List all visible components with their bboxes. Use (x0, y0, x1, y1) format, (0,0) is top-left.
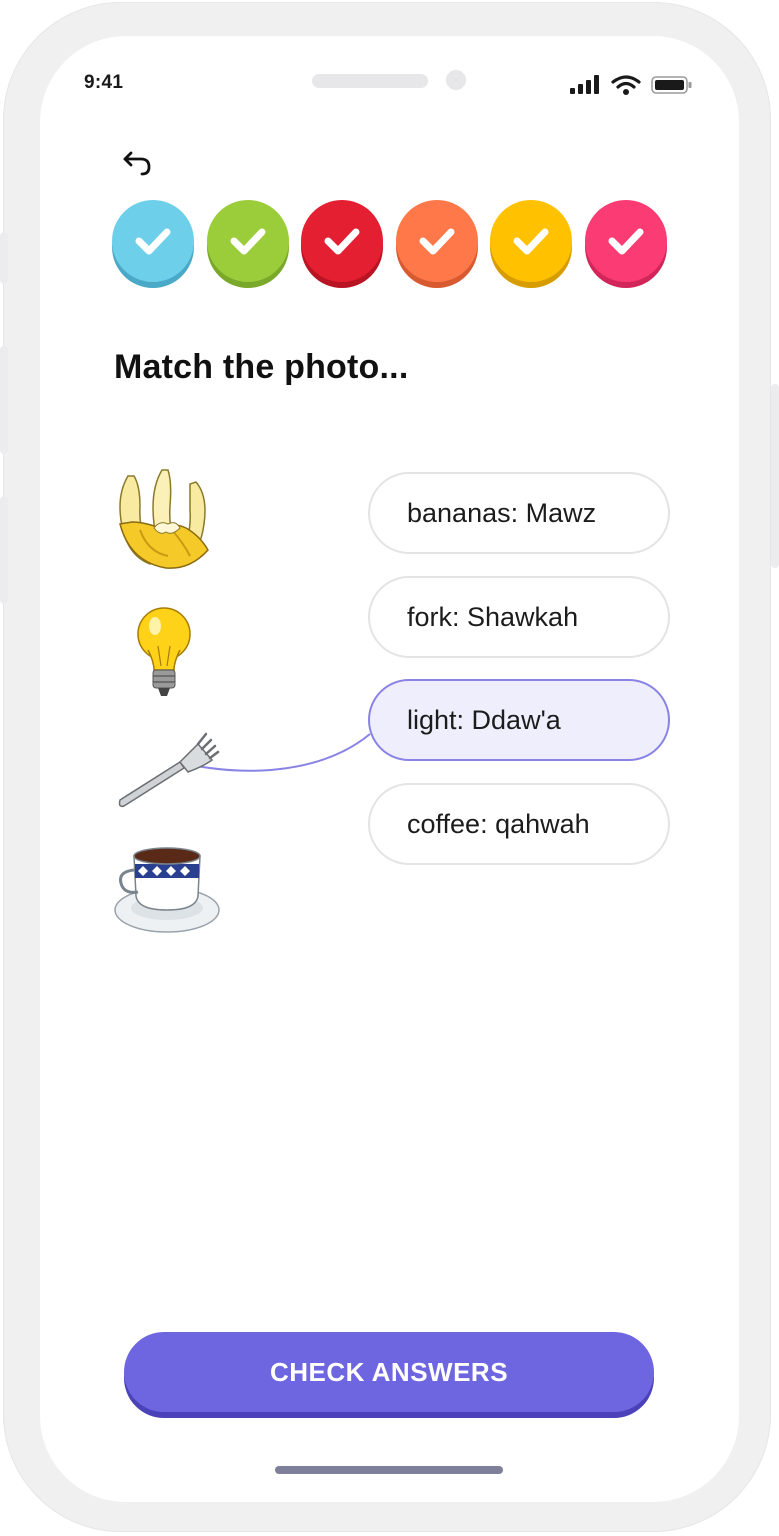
progress-step-face (207, 200, 289, 282)
battery-icon (651, 76, 692, 94)
progress-step-1[interactable] (112, 200, 194, 288)
progress-step-face (585, 200, 667, 282)
light-bulb-image[interactable] (134, 606, 194, 698)
answer-option-label: light: Ddaw'a (407, 704, 561, 735)
bananas-image[interactable] (110, 466, 220, 574)
light-bulb-icon (137, 607, 191, 696)
answer-option-label: coffee: qahwah (407, 808, 590, 839)
answer-option-1[interactable]: bananas: Mawz (368, 472, 670, 554)
home-indicator[interactable] (275, 1466, 503, 1474)
app-screen: 9:41 Match the photo... bananas: Mawz fo… (40, 36, 739, 1502)
signal-icon (570, 75, 599, 94)
checkmark-icon (608, 228, 644, 255)
answer-option-3[interactable]: light: Ddaw'a (368, 679, 670, 761)
wifi-icon (611, 75, 641, 95)
checkmark-icon (135, 228, 171, 255)
check-answers-label: CHECK ANSWERS (124, 1332, 654, 1412)
coffee-cup-icon (114, 847, 220, 933)
front-camera (446, 70, 466, 90)
checkmark-icon (230, 228, 266, 255)
coffee-cup-image[interactable] (112, 844, 222, 936)
answer-option-4[interactable]: coffee: qahwah (368, 783, 670, 865)
side-button-power (771, 384, 779, 568)
undo-arrow-icon (123, 151, 151, 176)
checkmark-icon (324, 228, 360, 255)
side-button-volume-down (0, 496, 8, 604)
back-button[interactable] (120, 144, 156, 180)
status-time: 9:41 (84, 72, 124, 93)
checkmark-icon (419, 228, 455, 255)
progress-step-face (301, 200, 383, 282)
progress-steps (112, 200, 672, 292)
check-answers-button[interactable]: CHECK ANSWERS (124, 1332, 654, 1418)
answer-option-2[interactable]: fork: Shawkah (368, 576, 670, 658)
fork-icon (118, 732, 220, 808)
answer-option-label: fork: Shawkah (407, 601, 579, 632)
checkmark-icon (513, 228, 549, 255)
status-icons (569, 74, 694, 96)
progress-step-4[interactable] (396, 200, 478, 288)
progress-step-face (112, 200, 194, 282)
speaker-grille (312, 74, 428, 88)
progress-step-face (396, 200, 478, 282)
fork-image[interactable] (114, 732, 220, 810)
side-button-mute (0, 232, 8, 284)
question-prompt: Match the photo... (114, 348, 409, 386)
progress-step-2[interactable] (207, 200, 289, 288)
progress-step-3[interactable] (301, 200, 383, 288)
side-button-volume-up (0, 346, 8, 454)
answer-option-label: bananas: Mawz (407, 497, 597, 528)
progress-step-face (490, 200, 572, 282)
progress-step-6[interactable] (585, 200, 667, 288)
bananas-icon (119, 469, 209, 569)
progress-step-5[interactable] (490, 200, 572, 288)
